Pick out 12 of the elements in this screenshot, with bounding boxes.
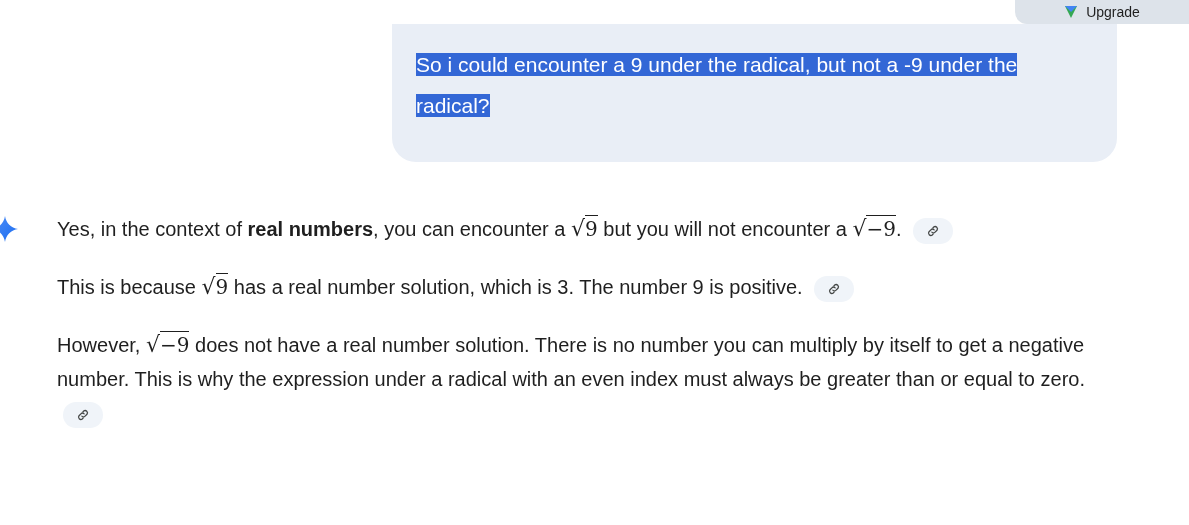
response-paragraph: However, √−9 does not have a real number solution. There is no number you can multiply by itself to get a negative number. This is why the expression under a radical with an even index must always be greater than or equal to zero. [57, 328, 1087, 430]
upgrade-button[interactable]: Upgrade [1015, 0, 1189, 24]
link-icon [926, 223, 941, 238]
link-icon [827, 281, 842, 296]
source-link-button[interactable] [63, 401, 103, 428]
source-link-button[interactable] [913, 217, 954, 244]
gem-icon [1064, 5, 1079, 19]
source-link-button[interactable] [814, 275, 855, 302]
link-icon [76, 407, 90, 422]
response-paragraph: This is because √9 has a real number solution, which is 3. The number 9 is positive. [57, 270, 1087, 304]
user-message: So i could encounter a 9 under the radical, but not a -9 under the radical? [416, 52, 1019, 119]
response-paragraph: Yes, in the context of real numbers, you can encounter a √9 but you will not encounter a √−9. [57, 212, 1087, 246]
